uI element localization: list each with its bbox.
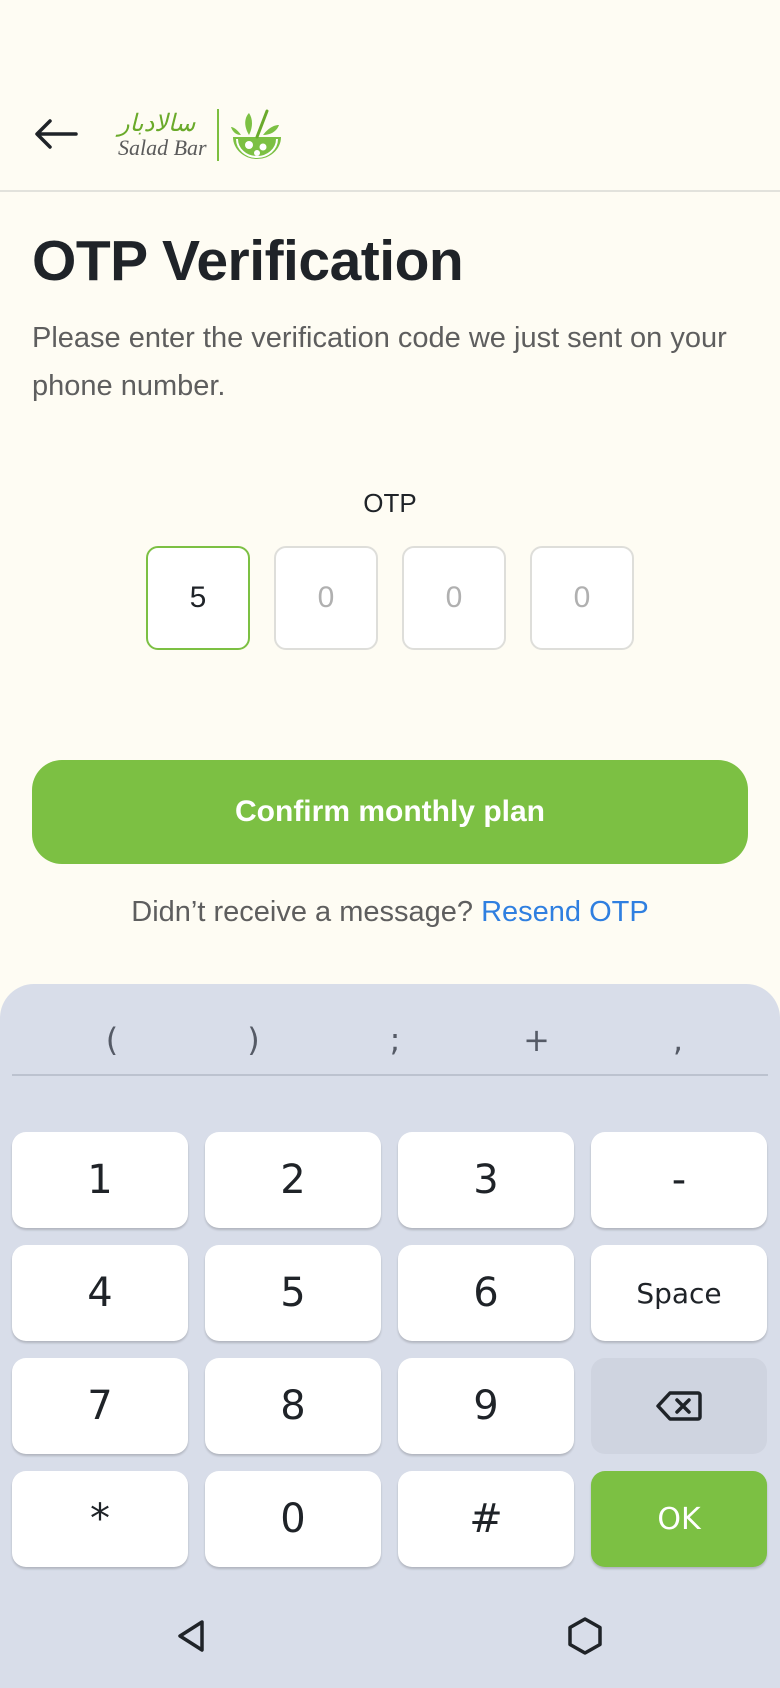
key-3[interactable]: 3 [398,1132,574,1228]
key-5[interactable]: 5 [205,1245,381,1341]
key-ok[interactable]: OK [591,1471,767,1567]
key-comma[interactable]: , [648,1004,708,1076]
key-2[interactable]: 2 [205,1132,381,1228]
keyboard-symbol-row: ( ) ; + , [12,1004,768,1076]
key-0[interactable]: 0 [205,1471,381,1567]
salad-bowl-icon [230,109,281,159]
system-nav-bar [0,1600,780,1672]
otp-digit-2[interactable]: 0 [274,546,378,650]
otp-input-group: 5 0 0 0 [146,546,634,650]
otp-label: OTP [363,488,417,518]
nav-back-button[interactable] [170,1614,214,1658]
key-close-paren[interactable]: ) [224,1004,284,1076]
nav-home-hexagon-icon [568,1617,602,1655]
key-minus[interactable]: - [591,1132,767,1228]
otp-digit-3[interactable]: 0 [402,546,506,650]
logo-wordmark: سالادبار Salad Bar [118,110,207,160]
nav-home-button[interactable] [563,1614,607,1658]
keyboard-keys-grid: 1 2 3 - 4 5 6 Space 7 8 9 * 0 # OK [12,1132,768,1567]
key-open-paren[interactable]: ( [82,1004,142,1076]
salad-bar-logo: سالادبار Salad Bar [118,106,287,164]
key-hash[interactable]: # [398,1471,574,1567]
resend-otp-row: Didn’t receive a message? Resend OTP [0,896,780,929]
key-space[interactable]: Space [591,1245,767,1341]
otp-verification-screen: سالادبار Salad Bar OTP Verification Plea… [0,0,780,1688]
resend-otp-link[interactable]: Resend OTP [481,896,649,928]
confirm-monthly-plan-button[interactable]: Confirm monthly plan [32,760,748,864]
logo-divider [216,109,219,161]
key-8[interactable]: 8 [205,1358,381,1454]
otp-digit-1[interactable]: 5 [146,546,250,650]
key-semicolon[interactable]: ; [365,1004,425,1076]
logo-arabic-text: سالادبار [118,109,196,137]
backspace-icon [656,1391,702,1421]
key-1[interactable]: 1 [12,1132,188,1228]
logo-english-text: Salad Bar [118,135,207,160]
key-asterisk[interactable]: * [12,1471,188,1567]
key-plus[interactable]: + [507,1004,567,1076]
nav-back-triangle-icon [178,1620,204,1652]
resend-prompt-text: Didn’t receive a message? [131,896,474,928]
key-backspace[interactable] [591,1358,767,1454]
page-title: OTP Verification [32,229,464,293]
key-7[interactable]: 7 [12,1358,188,1454]
key-9[interactable]: 9 [398,1358,574,1454]
key-4[interactable]: 4 [12,1245,188,1341]
otp-digit-4[interactable]: 0 [530,546,634,650]
numeric-keyboard: ( ) ; + , 1 2 3 - 4 5 6 Space 7 8 9 * 0 … [0,984,780,1688]
arrow-left-icon [35,119,78,149]
back-button[interactable] [30,108,82,160]
app-header: سالادبار Salad Bar [0,0,780,192]
page-subtitle: Please enter the verification code we ju… [32,322,727,402]
key-6[interactable]: 6 [398,1245,574,1341]
